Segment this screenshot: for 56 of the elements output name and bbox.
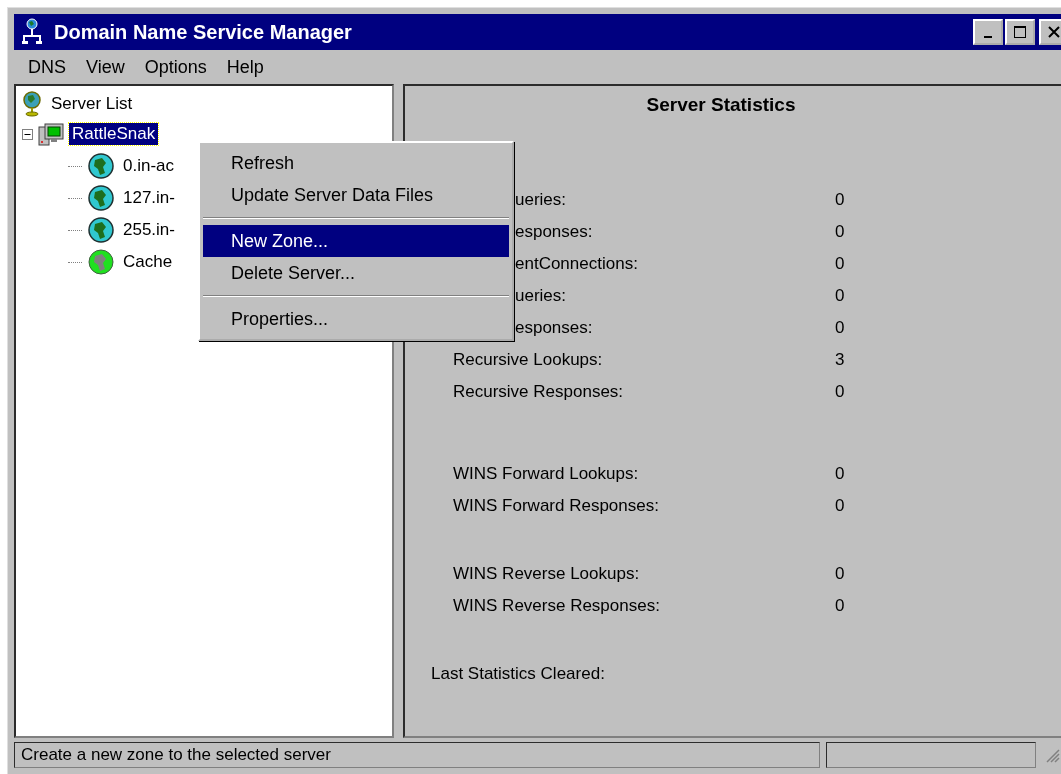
menu-item[interactable]: New Zone... xyxy=(203,225,509,257)
tree-item[interactable]: Cache xyxy=(120,251,176,273)
server-computer-icon xyxy=(37,121,65,147)
minimize-icon xyxy=(984,36,992,38)
globe-icon xyxy=(88,249,114,275)
stat-label: esponses: xyxy=(515,222,593,242)
stat-label: ueries: xyxy=(515,190,567,210)
tree-item[interactable]: Server List xyxy=(48,93,136,115)
status-text: Create a new zone to the selected server xyxy=(14,742,820,768)
stat-value: 0 xyxy=(835,496,846,516)
stat-value: 0 xyxy=(835,464,846,484)
stat-value: 0 xyxy=(835,564,846,584)
close-button[interactable] xyxy=(1039,19,1061,45)
globe-icon xyxy=(88,153,114,179)
network-globe-icon xyxy=(22,18,42,46)
collapse-icon[interactable] xyxy=(22,128,33,140)
maximize-button[interactable] xyxy=(1005,19,1035,45)
stat-label: esponses: xyxy=(515,318,593,338)
stat-label: WINS Reverse Responses: xyxy=(453,596,660,616)
resize-grip-icon[interactable] xyxy=(1044,747,1060,763)
stat-label: entConnections: xyxy=(515,254,638,274)
tree-item[interactable]: RattleSnak xyxy=(69,123,159,145)
stat-value: 0 xyxy=(835,382,846,402)
menu-item[interactable]: Properties... xyxy=(203,303,509,335)
globe-on-stand-icon xyxy=(22,91,42,117)
stat-value: 0 xyxy=(835,254,846,274)
tree-item[interactable]: 127.in- xyxy=(120,187,178,209)
stat-value: 0 xyxy=(835,596,846,616)
stat-label: Recursive Responses: xyxy=(453,382,624,402)
tree-item[interactable]: 255.in- xyxy=(120,219,178,241)
minimize-button[interactable] xyxy=(973,19,1003,45)
globe-icon xyxy=(88,217,114,243)
close-icon xyxy=(1047,25,1061,39)
stat-label: Last Statistics Cleared: xyxy=(431,664,606,684)
stat-label: WINS Forward Lookups: xyxy=(453,464,639,484)
panel-title: Server Statistics xyxy=(645,94,797,116)
menu-item[interactable]: Help xyxy=(218,54,272,80)
menu-item[interactable]: Options xyxy=(136,54,215,80)
stat-value: 0 xyxy=(835,222,846,242)
stat-label: WINS Reverse Lookups: xyxy=(453,564,640,584)
globe-icon xyxy=(88,185,114,211)
stat-value: 0 xyxy=(835,286,846,306)
tree-item[interactable]: 0.in-ac xyxy=(120,155,178,177)
stat-label: ueries: xyxy=(515,286,567,306)
menu-item[interactable]: Refresh xyxy=(203,147,509,179)
stat-value: 0 xyxy=(835,190,846,210)
menu-item[interactable]: DNS xyxy=(20,54,74,80)
stat-value: 0 xyxy=(835,318,846,338)
stat-value: 3 xyxy=(835,350,846,370)
menu-item[interactable]: View xyxy=(78,54,133,80)
maximize-icon xyxy=(1013,25,1027,39)
stat-label: WINS Forward Responses: xyxy=(453,496,659,516)
window-title: Domain Name Service Manager xyxy=(54,20,352,44)
stat-label: Recursive Lookups: xyxy=(453,350,603,370)
menu-item[interactable]: Update Server Data Files xyxy=(203,179,509,211)
menu-item[interactable]: Delete Server... xyxy=(203,257,509,289)
